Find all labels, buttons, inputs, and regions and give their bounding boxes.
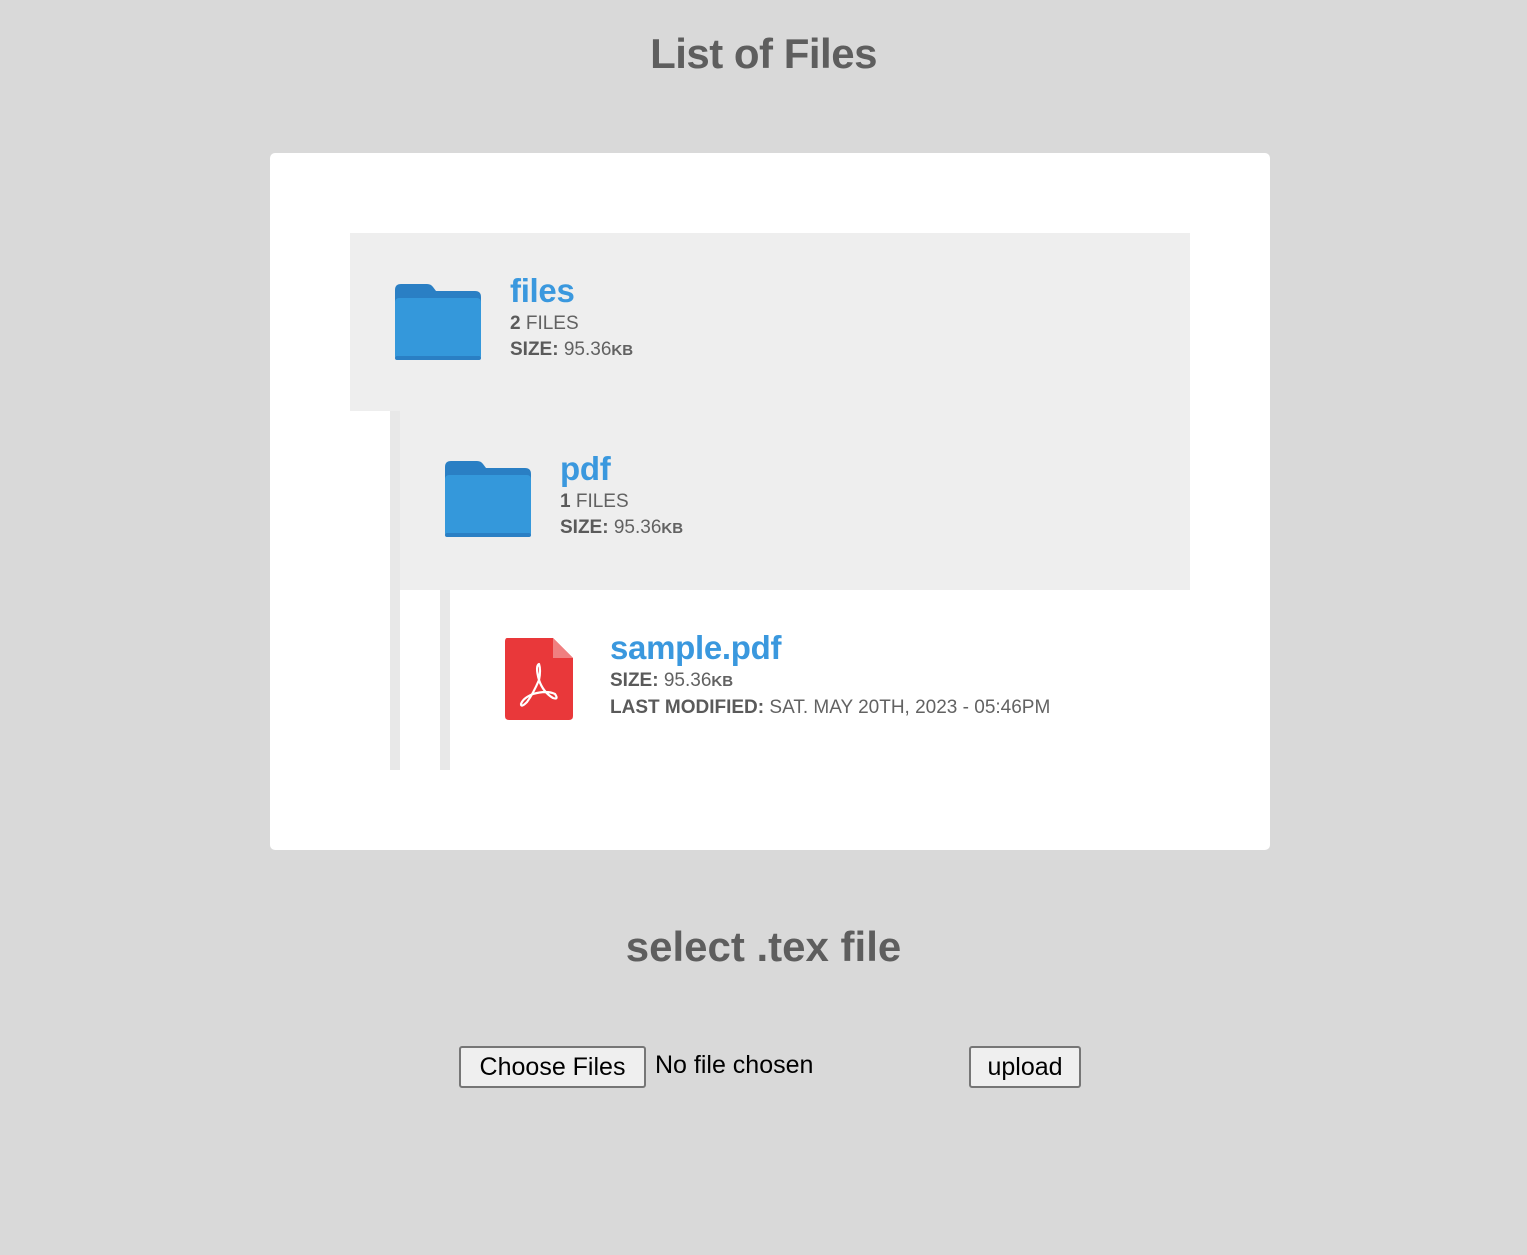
folder-meta: pdf 1 FILES SIZE: 95.36KB — [560, 449, 683, 542]
folder-size: SIZE: 95.36KB — [560, 517, 684, 538]
tree-guide-line — [390, 411, 400, 770]
folder-name-link[interactable]: pdf — [560, 449, 683, 489]
file-count: 1 FILES — [560, 491, 629, 512]
folder-icon — [393, 282, 483, 367]
upload-button[interactable]: upload — [969, 1046, 1081, 1088]
choose-files-button[interactable]: Choose Files — [459, 1046, 646, 1088]
file-count: 2 FILES — [510, 313, 579, 334]
upload-heading: select .tex file — [625, 923, 902, 970]
upload-form: Choose Files No file chosen upload — [459, 1046, 1089, 1089]
pdf-file-icon — [503, 636, 575, 727]
file-meta: sample.pdf SIZE: 95.36KB LAST MODIFIED: … — [610, 628, 1050, 721]
folder-row-pdf[interactable]: pdf 1 FILES SIZE: 95.36KB — [400, 411, 1190, 590]
file-size: SIZE: 95.36KB — [610, 670, 734, 691]
folder-meta: files 2 FILES SIZE: 95.36KB — [510, 271, 633, 364]
last-modified: LAST MODIFIED: SAT. MAY 20TH, 2023 - 05:… — [610, 697, 1051, 718]
file-name-link[interactable]: sample.pdf — [610, 628, 1050, 668]
folder-name-link[interactable]: files — [510, 271, 633, 311]
file-row-sample-pdf[interactable]: sample.pdf SIZE: 95.36KB LAST MODIFIED: … — [450, 590, 1190, 769]
folder-icon — [443, 459, 533, 544]
page-title: List of Files — [650, 30, 877, 77]
tree-guide-line — [440, 590, 450, 770]
file-tree-card: files 2 FILES SIZE: 95.36KB pdf 1 FILES … — [270, 153, 1270, 850]
folder-row-files[interactable]: files 2 FILES SIZE: 95.36KB — [350, 233, 1190, 411]
no-file-chosen-text: No file chosen — [655, 1051, 814, 1079]
folder-size: SIZE: 95.36KB — [510, 339, 634, 360]
